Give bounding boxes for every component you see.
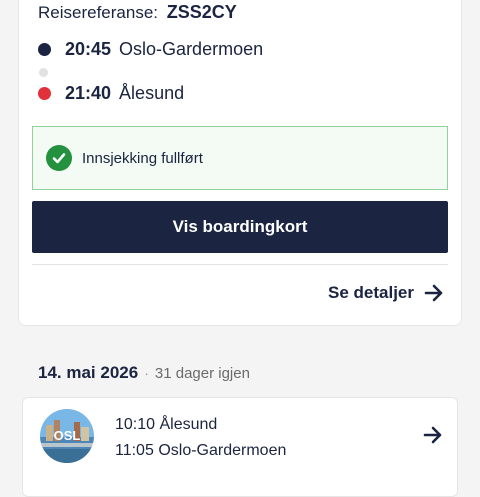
upcoming-leg-2: 11:05 Oslo-Gardermoen xyxy=(115,442,286,460)
departure-stop: 20:45 Oslo-Gardermoen xyxy=(38,39,263,60)
departure-time: 20:45 xyxy=(65,39,112,59)
upcoming-trip-header: 14. mai 2026 · 31 dager igjen xyxy=(38,363,250,383)
show-boarding-pass-button[interactable]: Vis boardingkort xyxy=(32,201,448,253)
upcoming-leg-1-place: Ålesund xyxy=(159,416,218,433)
see-details-label: Se detaljer xyxy=(328,283,414,302)
upcoming-leg-1: 10:10 Ålesund xyxy=(115,416,217,434)
upcoming-leg-2-time: 11:05 xyxy=(115,442,154,459)
arrow-right-icon xyxy=(424,284,443,302)
departure-dot xyxy=(38,43,51,56)
checkin-status-text: Innsjekking fullført xyxy=(82,149,203,167)
checkin-status-box: Innsjekking fullført xyxy=(32,126,448,190)
arrival-dot xyxy=(38,87,51,100)
arrival-stop: 21:40 Ålesund xyxy=(38,83,184,104)
arrival-time: 21:40 xyxy=(65,83,112,103)
check-circle-icon xyxy=(46,145,72,171)
upcoming-leg-2-place: Oslo-Gardermoen xyxy=(158,442,287,459)
divider xyxy=(32,264,448,265)
date-separator: · xyxy=(144,365,149,381)
departure-place: Oslo-Gardermoen xyxy=(119,39,264,59)
upcoming-trip-date: 14. mai 2026 xyxy=(38,363,139,382)
arrow-right-icon[interactable] xyxy=(423,426,443,444)
arrival-place: Ålesund xyxy=(119,83,185,103)
avatar-code: OSL xyxy=(54,428,81,443)
days-remaining: 31 dager igjen xyxy=(154,365,250,382)
upcoming-leg-1-time: 10:10 xyxy=(115,416,156,433)
booking-reference-label: Reisereferanse: xyxy=(38,3,159,22)
destination-avatar: OSL xyxy=(40,409,94,463)
booking-reference: Reisereferanse: ZSS2CY xyxy=(38,2,237,23)
see-details-link[interactable]: Se detaljer xyxy=(328,283,444,303)
route-connector-dot xyxy=(39,68,48,77)
booking-reference-code: ZSS2CY xyxy=(166,2,237,22)
